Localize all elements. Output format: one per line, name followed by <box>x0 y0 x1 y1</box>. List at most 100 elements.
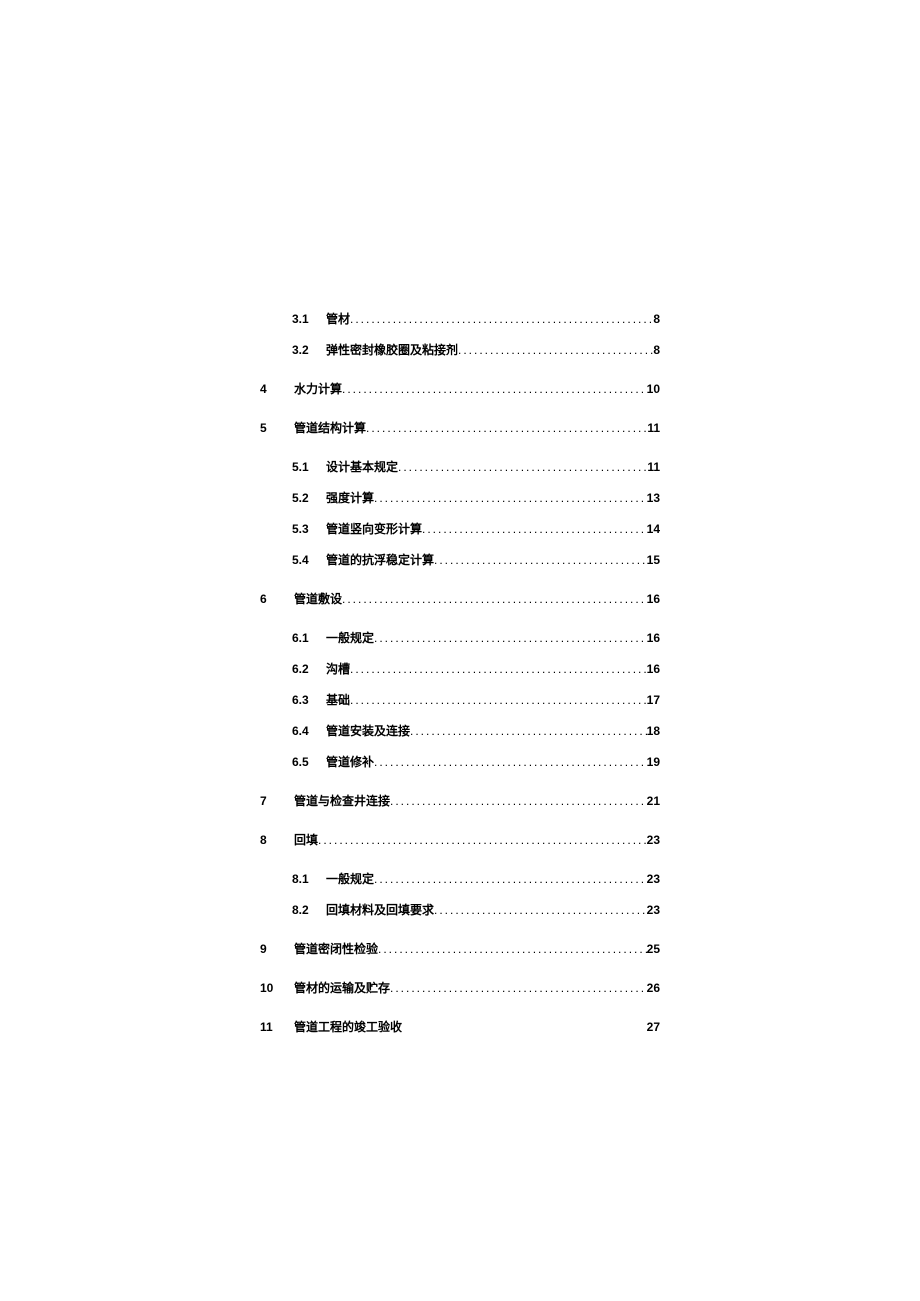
toc-number: 5.2 <box>292 491 312 505</box>
toc-title: 回填 <box>294 831 318 848</box>
toc-entry: 10 管材的运输及贮存 26 <box>260 979 660 996</box>
toc-number: 8 <box>260 833 280 847</box>
toc-entry: 5.1 设计基本规定 11 <box>260 458 660 475</box>
toc-page-number: 23 <box>647 833 660 847</box>
toc-number: 6.2 <box>292 662 312 676</box>
toc-page-number: 16 <box>647 662 660 676</box>
toc-leader-dots <box>422 522 647 536</box>
toc-number: 3.2 <box>292 343 312 357</box>
toc-number: 8.1 <box>292 872 312 886</box>
toc-entry: 3.1 管材 8 <box>260 310 660 327</box>
toc-page-number: 19 <box>647 755 660 769</box>
toc-title: 管道与检查井连接 <box>294 792 390 809</box>
toc-entry: 5.3 管道竖向变形计算 14 <box>260 520 660 537</box>
toc-number: 6.5 <box>292 755 312 769</box>
toc-page-number: 8 <box>653 343 660 357</box>
toc-entry: 4 水力计算 10 <box>260 380 660 397</box>
toc-page-number: 21 <box>647 794 660 808</box>
toc-page-number: 18 <box>647 724 660 738</box>
toc-leader-dots <box>374 491 647 505</box>
toc-number: 8.2 <box>292 903 312 917</box>
page-container: 3.1管材83.2弹性密封橡胶圈及粘接剂84水力计算105管道结构计算115.1… <box>0 0 920 1301</box>
toc-page-number: 26 <box>647 981 660 995</box>
toc-number: 11 <box>260 1020 280 1034</box>
toc-entry: 6管道敷设16 <box>260 590 660 607</box>
toc-number: 4 <box>260 382 280 396</box>
toc-page-number: 16 <box>647 592 660 606</box>
table-of-contents: 3.1管材83.2弹性密封橡胶圈及粘接剂84水力计算105管道结构计算115.1… <box>260 310 660 1035</box>
toc-number: 5.3 <box>292 522 312 536</box>
toc-page-number: 11 <box>647 460 660 474</box>
toc-leader-dots <box>374 872 647 886</box>
toc-entry: 3.2 弹性密封橡胶圈及粘接剂 8 <box>260 341 660 358</box>
toc-title: 管道竖向变形计算 <box>326 520 422 537</box>
toc-page-number: 23 <box>647 872 660 886</box>
toc-title: 沟槽 <box>326 660 350 677</box>
toc-page-number: 13 <box>647 491 660 505</box>
toc-title: 管道的抗浮稳定计算 <box>326 551 434 568</box>
toc-page-number: 15 <box>647 553 660 567</box>
toc-leader-dots <box>390 981 647 995</box>
toc-leader-dots <box>390 794 647 808</box>
toc-entry: 6.3 基础 17 <box>260 691 660 708</box>
toc-title: 管道结构计算 <box>294 419 366 436</box>
toc-page-number: 25 <box>647 942 660 956</box>
toc-number: 6.1 <box>292 631 312 645</box>
toc-number: 6.3 <box>292 693 312 707</box>
toc-number: 9 <box>260 942 280 956</box>
toc-number: 10 <box>260 981 280 995</box>
toc-page-number: 14 <box>647 522 660 536</box>
toc-leader-dots <box>410 724 647 738</box>
toc-leader-dots <box>374 755 647 769</box>
toc-title: 水力计算 <box>294 380 342 397</box>
toc-title: 管材 <box>326 310 350 327</box>
toc-entry: 8.2回填材料及回填要求23 <box>260 901 660 918</box>
toc-entry: 6.4 管道安装及连接 18 <box>260 722 660 739</box>
toc-number: 6 <box>260 592 280 606</box>
toc-page-number: 16 <box>647 631 660 645</box>
toc-number: 5.1 <box>292 460 312 474</box>
toc-leader-dots <box>434 903 647 917</box>
toc-entry: 8.1 一般规定 23 <box>260 870 660 887</box>
toc-leader-dots <box>398 460 647 474</box>
toc-page-number: 27 <box>647 1020 660 1034</box>
toc-entry: 7 管道与检查井连接 21 <box>260 792 660 809</box>
toc-page-number: 11 <box>647 421 660 435</box>
toc-number: 6.4 <box>292 724 312 738</box>
toc-title: 一般规定 <box>326 870 374 887</box>
toc-leader-dots <box>366 421 647 435</box>
toc-leader-dots <box>378 942 647 956</box>
toc-number: 3.1 <box>292 312 312 326</box>
toc-title: 管道修补 <box>326 753 374 770</box>
toc-leader-dots <box>342 382 647 396</box>
toc-title: 管道工程的竣工验收 <box>294 1018 402 1035</box>
toc-leader-dots <box>350 693 647 707</box>
toc-title: 强度计算 <box>326 489 374 506</box>
toc-leader-dots <box>458 343 653 357</box>
toc-title: 一般规定 <box>326 629 374 646</box>
toc-entry: 6.2 沟槽 16 <box>260 660 660 677</box>
toc-number: 7 <box>260 794 280 808</box>
toc-entry: 6.5 管道修补 19 <box>260 753 660 770</box>
toc-title: 设计基本规定 <box>326 458 398 475</box>
toc-leader-dots <box>350 312 653 326</box>
toc-entry: 6.1 一般规定 16 <box>260 629 660 646</box>
toc-title: 管道密闭性检验 <box>294 940 378 957</box>
toc-title: 管材的运输及贮存 <box>294 979 390 996</box>
toc-entry: 9 管道密闭性检验 25 <box>260 940 660 957</box>
toc-number: 5.4 <box>292 553 312 567</box>
toc-page-number: 23 <box>647 903 660 917</box>
toc-page-number: 10 <box>647 382 660 396</box>
toc-title: 基础 <box>326 691 350 708</box>
toc-entry: 11 管道工程的竣工验收 27 <box>260 1018 660 1035</box>
toc-entry: 5.4 管道的抗浮稳定计算 15 <box>260 551 660 568</box>
toc-title: 弹性密封橡胶圈及粘接剂 <box>326 341 458 358</box>
toc-leader-dots <box>434 553 647 567</box>
toc-entry: 8 回填 23 <box>260 831 660 848</box>
toc-entry: 5.2 强度计算 13 <box>260 489 660 506</box>
toc-title: 管道安装及连接 <box>326 722 410 739</box>
toc-page-number: 17 <box>647 693 660 707</box>
toc-page-number: 8 <box>653 312 660 326</box>
toc-number: 5 <box>260 421 280 435</box>
toc-leader-dots <box>318 833 647 847</box>
